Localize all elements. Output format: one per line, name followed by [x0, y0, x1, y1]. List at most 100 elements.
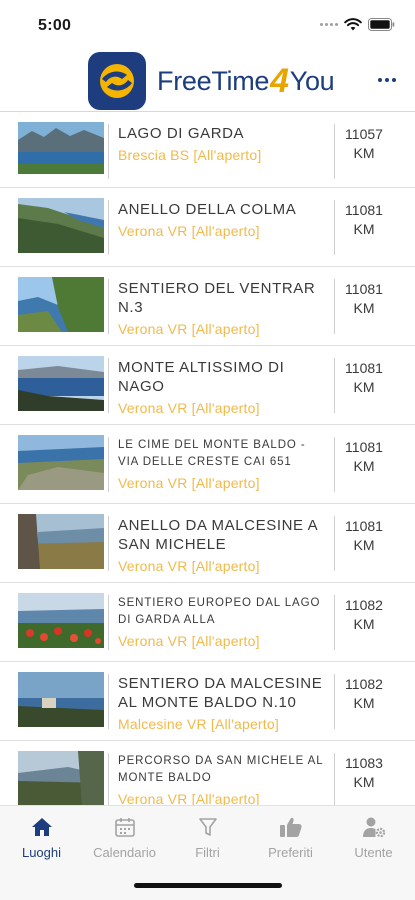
row-divider	[334, 674, 335, 729]
place-title: SENTIERO EUROPEO DAL LAGO DI GARDA ALLA	[118, 597, 321, 626]
place-distance: 11083 KM	[337, 754, 391, 792]
tab-utente[interactable]: Utente	[332, 814, 415, 860]
row-divider	[334, 124, 335, 179]
list-item[interactable]: LE CIME DEL MONTE BALDO - VIA DELLE CRES…	[0, 425, 415, 504]
row-divider	[334, 279, 335, 334]
place-location: Verona VR [All'aperto]	[118, 791, 260, 805]
tab-luoghi[interactable]: Luoghi	[0, 814, 83, 860]
place-location: Verona VR [All'aperto]	[118, 633, 260, 649]
place-thumbnail	[18, 672, 104, 727]
list-item[interactable]: SENTIERO DA MALCESINE AL MONTE BALDO N.1…	[0, 662, 415, 741]
tab-label: Preferiti	[268, 845, 313, 860]
list-item[interactable]: PERCORSO DA SAN MICHELE AL MONTE BALDO V…	[0, 741, 415, 805]
nav-icon-wrap	[332, 814, 415, 840]
place-thumbnail	[18, 122, 104, 174]
tab-preferiti[interactable]: Preferiti	[249, 814, 332, 860]
tab-filtri[interactable]: Filtri	[166, 814, 249, 860]
row-divider	[334, 358, 335, 413]
row-divider	[108, 753, 109, 805]
place-thumbnail	[18, 198, 104, 253]
distance-unit: KM	[353, 537, 375, 553]
home-indicator[interactable]	[134, 883, 282, 888]
row-text: MONTE ALTISSIMO DI NAGO Verona VR [All'a…	[118, 358, 328, 417]
more-options-button[interactable]	[375, 72, 399, 88]
brand-name-four: 4	[270, 62, 289, 100]
place-location: Verona VR [All'aperto]	[118, 223, 260, 239]
place-thumbnail	[18, 593, 104, 648]
tab-label: Luoghi	[21, 845, 62, 860]
brand-name-left: FreeTime	[157, 65, 270, 96]
row-divider	[108, 358, 109, 413]
place-distance: 11081 KM	[337, 280, 391, 318]
nav-icon-wrap	[166, 814, 249, 840]
list-item[interactable]: SENTIERO DEL VENTRAR N.3 Verona VR [All'…	[0, 267, 415, 346]
tab-label: Filtri	[195, 845, 220, 860]
list-item[interactable]: SENTIERO EUROPEO DAL LAGO DI GARDA ALLA …	[0, 583, 415, 662]
nav-icon-wrap	[83, 814, 166, 840]
place-thumbnail	[18, 435, 104, 490]
place-title: SENTIERO DA MALCESINE AL MONTE BALDO N.1…	[118, 675, 323, 711]
app-header: FreeTime 4 You	[0, 50, 415, 112]
place-title: MONTE ALTISSIMO DI NAGO	[118, 359, 285, 395]
place-distance: 11082 KM	[337, 675, 391, 713]
row-text: ANELLO DELLA COLMA Verona VR [All'aperto…	[118, 200, 328, 240]
row-divider	[108, 516, 109, 571]
brand-name-right: You	[289, 65, 335, 96]
place-title: ANELLO DELLA COLMA	[118, 201, 297, 218]
distance-unit: KM	[353, 221, 375, 237]
row-divider	[108, 595, 109, 650]
place-title: SENTIERO DEL VENTRAR N.3	[118, 280, 316, 316]
place-location: Verona VR [All'aperto]	[118, 558, 260, 574]
row-divider	[334, 437, 335, 492]
distance-unit: KM	[353, 379, 375, 395]
list-item[interactable]: LAGO DI GARDA Brescia BS [All'aperto] 11…	[0, 112, 415, 188]
logo-mark-icon	[100, 64, 134, 98]
distance-unit: KM	[353, 458, 375, 474]
list-item[interactable]: ANELLO DA MALCESINE A SAN MICHELE Verona…	[0, 504, 415, 583]
tab-label: Calendario	[93, 845, 156, 860]
row-text: SENTIERO EUROPEO DAL LAGO DI GARDA ALLA …	[118, 595, 328, 650]
distance-value: 11081	[345, 202, 383, 218]
row-divider	[108, 200, 109, 255]
place-title: ANELLO DA MALCESINE A SAN MICHELE	[118, 517, 318, 553]
row-text: SENTIERO DEL VENTRAR N.3 Verona VR [All'…	[118, 279, 328, 338]
status-time: 5:00	[38, 17, 72, 34]
row-divider	[334, 753, 335, 805]
list-item[interactable]: ANELLO DELLA COLMA Verona VR [All'aperto…	[0, 188, 415, 267]
status-bar: 5:00	[0, 0, 415, 50]
place-distance: 11081 KM	[337, 359, 391, 397]
place-title: LAGO DI GARDA	[118, 125, 245, 142]
distance-value: 11081	[345, 439, 383, 455]
place-location: Verona VR [All'aperto]	[118, 321, 260, 337]
place-location: Verona VR [All'aperto]	[118, 475, 260, 491]
list-item[interactable]: MONTE ALTISSIMO DI NAGO Verona VR [All'a…	[0, 346, 415, 425]
distance-value: 11082	[345, 597, 383, 613]
distance-value: 11083	[345, 755, 383, 771]
place-thumbnail	[18, 751, 104, 805]
place-title: PERCORSO DA SAN MICHELE AL MONTE BALDO	[118, 755, 324, 784]
place-distance: 11057 KM	[337, 125, 391, 163]
brand-name: FreeTime 4 You	[157, 62, 335, 100]
distance-unit: KM	[353, 300, 375, 316]
battery-icon	[368, 18, 395, 31]
row-divider	[108, 279, 109, 334]
row-text: LAGO DI GARDA Brescia BS [All'aperto]	[118, 124, 328, 164]
place-location: Brescia BS [All'aperto]	[118, 147, 262, 163]
row-text: LE CIME DEL MONTE BALDO - VIA DELLE CRES…	[118, 437, 328, 492]
distance-value: 11081	[345, 360, 383, 376]
row-text: SENTIERO DA MALCESINE AL MONTE BALDO N.1…	[118, 674, 328, 733]
tab-label: Utente	[354, 845, 393, 860]
calendar-icon	[114, 818, 135, 837]
row-divider	[334, 200, 335, 255]
place-location: Verona VR [All'aperto]	[118, 400, 260, 416]
row-divider	[334, 516, 335, 571]
row-text: PERCORSO DA SAN MICHELE AL MONTE BALDO V…	[118, 753, 328, 805]
app-logo: FreeTime 4 You	[88, 52, 335, 110]
filter-icon	[198, 818, 217, 836]
place-distance: 11081 KM	[337, 201, 391, 239]
places-list[interactable]: LAGO DI GARDA Brescia BS [All'aperto] 11…	[0, 112, 415, 805]
nav-icon-wrap	[0, 814, 83, 840]
wifi-icon	[344, 18, 362, 31]
tab-calendario[interactable]: Calendario	[83, 814, 166, 860]
distance-value: 11081	[345, 518, 383, 534]
